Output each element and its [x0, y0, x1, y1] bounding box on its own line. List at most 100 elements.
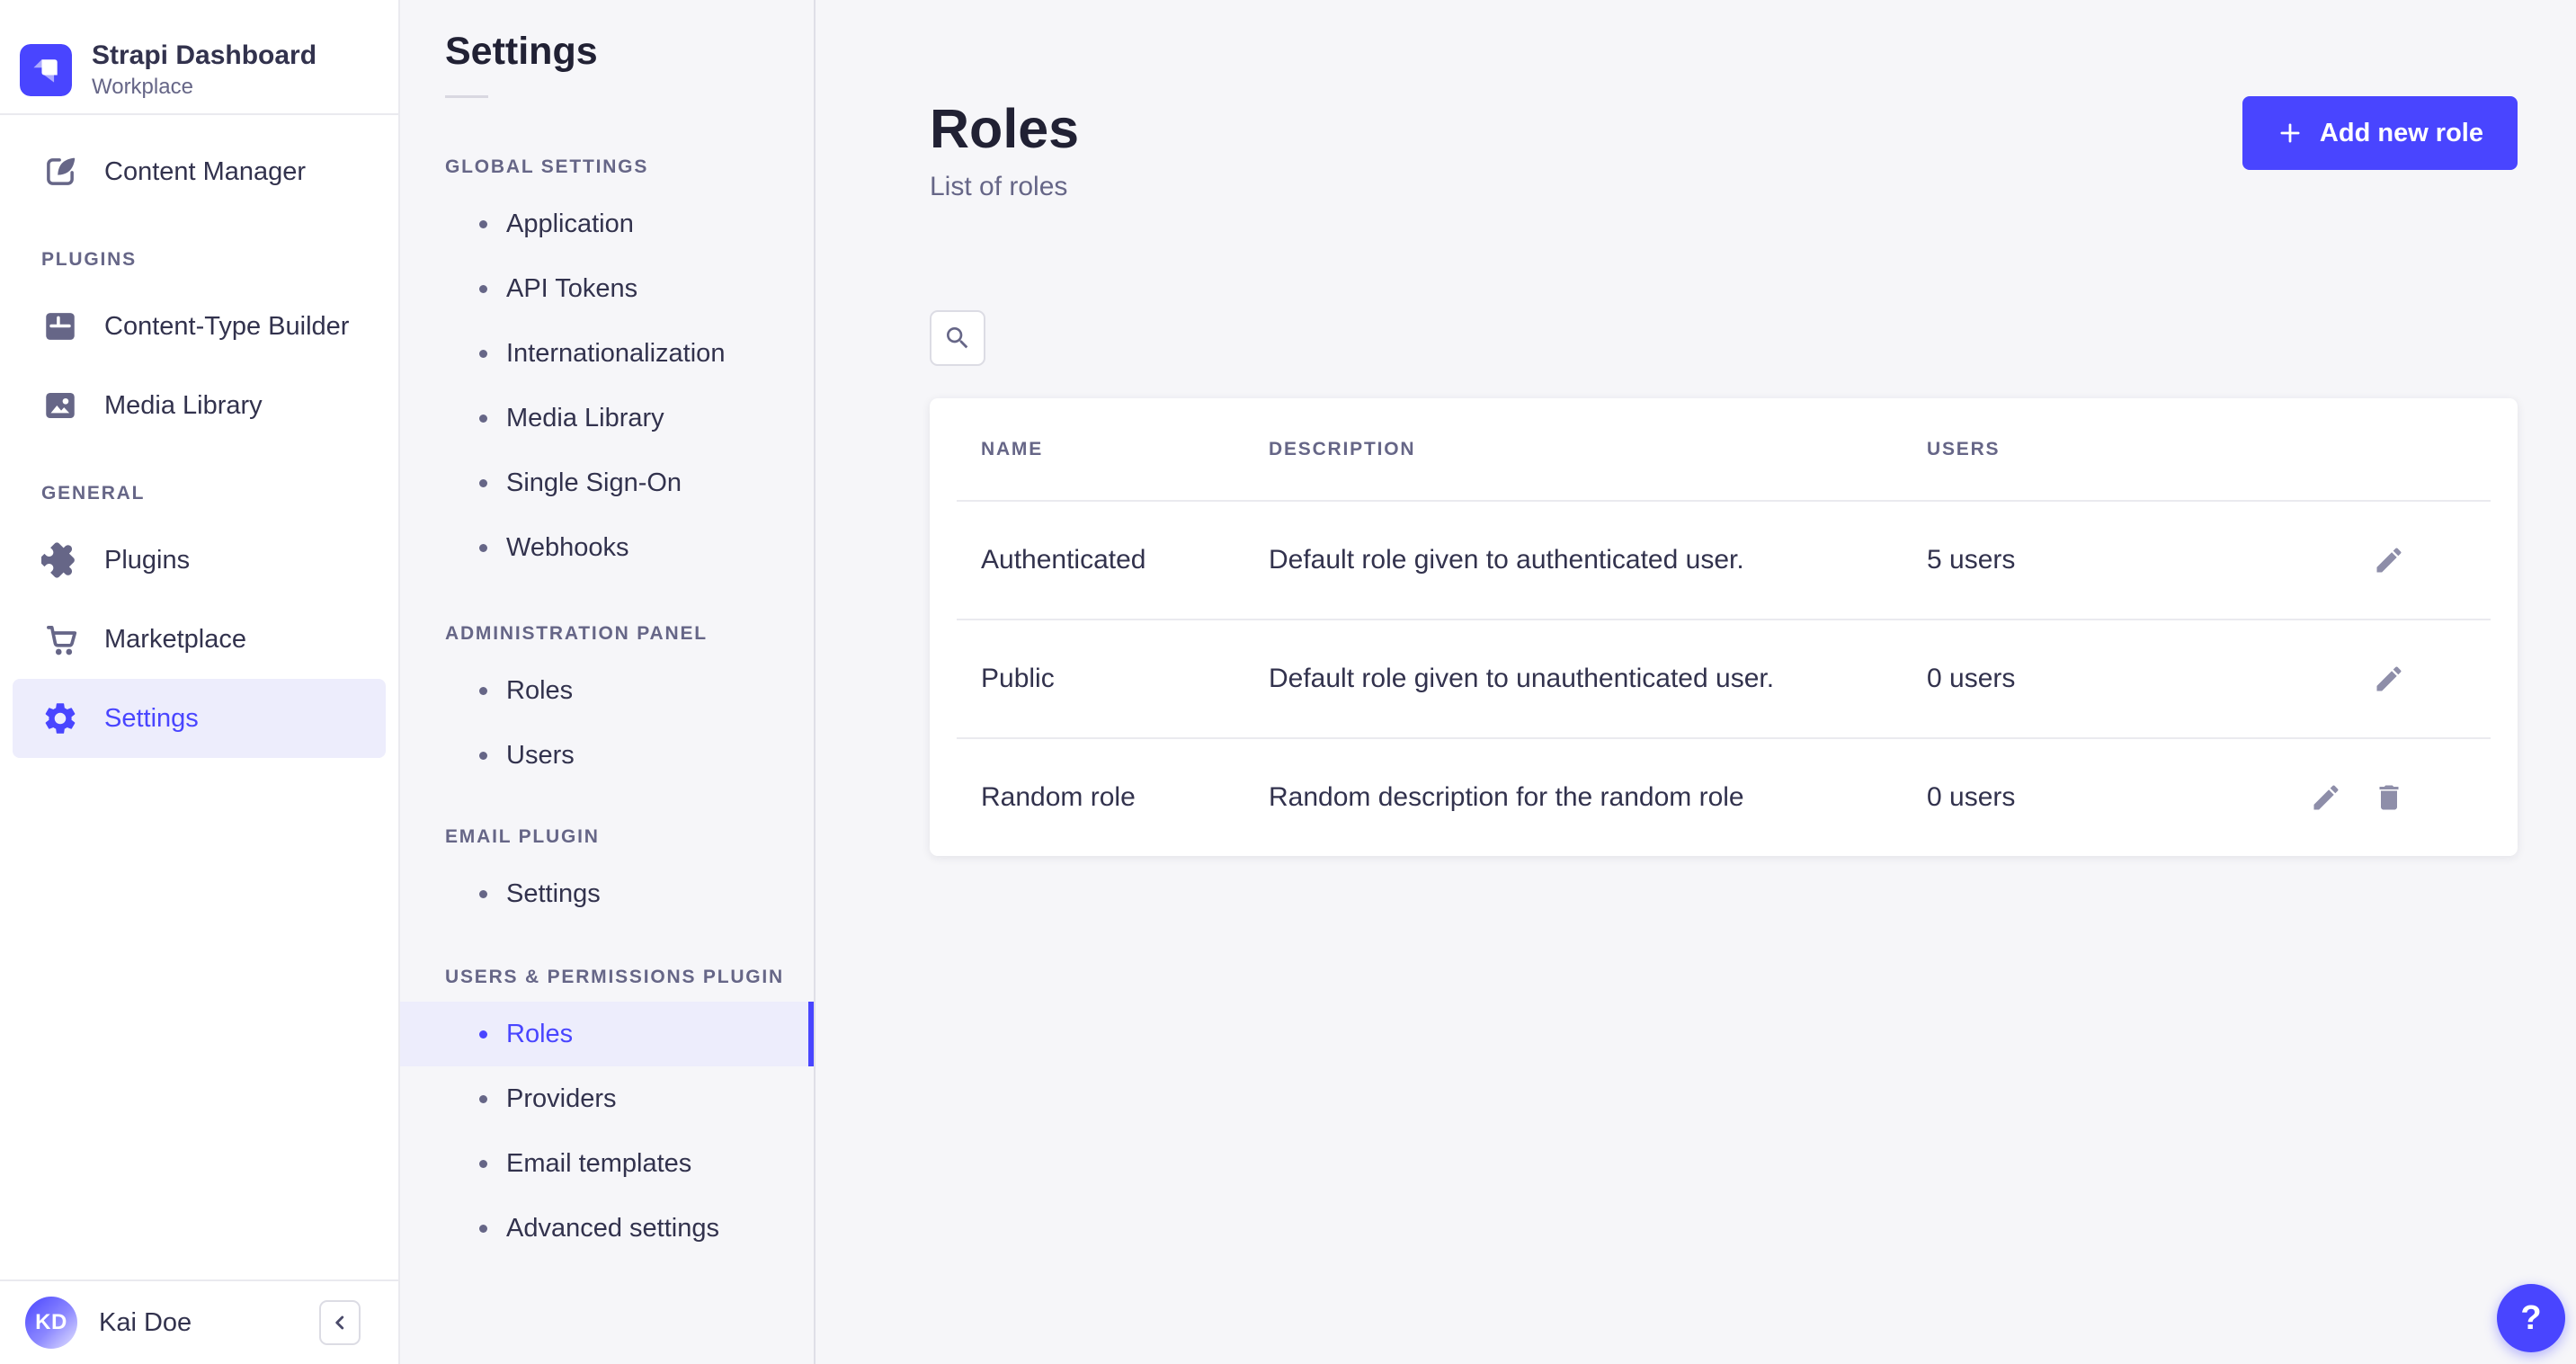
sidebar-item-media-library[interactable]: Media Library	[0, 366, 398, 445]
chevron-left-icon	[326, 1309, 353, 1336]
bullet-icon	[479, 752, 487, 760]
collapse-sidebar-button[interactable]	[319, 1300, 361, 1345]
user-name: Kai Doe	[99, 1308, 298, 1338]
help-button[interactable]: ?	[2497, 1284, 2565, 1352]
search-button[interactable]	[930, 310, 985, 366]
subnav-item-advanced-settings[interactable]: Advanced settings	[400, 1196, 814, 1261]
subnav-item-label: Webhooks	[506, 533, 629, 563]
edit-icon[interactable]	[2373, 544, 2405, 576]
page-subtitle: List of roles	[930, 170, 1079, 204]
subnav-item-internationalization[interactable]: Internationalization	[400, 321, 814, 386]
subnav-item-label: Advanced settings	[506, 1214, 719, 1244]
page-header: Roles List of roles Add new role	[930, 96, 2518, 204]
subnav-item-label: Single Sign-On	[506, 468, 682, 498]
subnav-item-label: Settings	[506, 879, 601, 909]
role-name: Authenticated	[981, 545, 1269, 575]
bullet-icon	[479, 1030, 487, 1039]
bullet-icon	[479, 415, 487, 423]
bullet-icon	[479, 285, 487, 293]
bullet-icon	[479, 479, 487, 487]
role-name: Random role	[981, 782, 1269, 813]
table-row-public[interactable]: Public Default role given to unauthentic…	[930, 620, 2518, 737]
sidebar-item-content-type-builder[interactable]: Content-Type Builder	[0, 287, 398, 366]
delete-icon[interactable]	[2373, 781, 2405, 814]
subnav-section-email-plugin: EMAIL PLUGIN Settings	[400, 822, 814, 926]
workspace-switcher[interactable]: Strapi Dashboard Workplace	[0, 0, 398, 113]
subnav-item-label: API Tokens	[506, 274, 637, 304]
sidebar-item-label: Media Library	[104, 391, 263, 421]
subnav-item-label: Roles	[506, 1020, 573, 1049]
search-icon	[943, 324, 972, 352]
subnav-item-label: Internationalization	[506, 339, 725, 369]
bullet-icon	[479, 687, 487, 695]
sidebar-group-general: Plugins Marketplace Sett	[0, 521, 398, 758]
role-description: Default role given to authenticated user…	[1269, 545, 1927, 575]
role-users-count: 5 users	[1927, 545, 2266, 575]
table-row-random-role[interactable]: Random role Random description for the r…	[930, 739, 2518, 856]
sidebar-item-label: Settings	[104, 704, 199, 734]
add-new-role-label: Add new role	[2320, 119, 2483, 148]
subnav-item-label: Providers	[506, 1084, 617, 1114]
subnav-item-admin-users[interactable]: Users	[400, 723, 814, 788]
subnav-item-api-tokens[interactable]: API Tokens	[400, 256, 814, 321]
subnav-item-admin-roles[interactable]: Roles	[400, 658, 814, 723]
subnav-title: Settings	[400, 23, 814, 79]
table-row-authenticated[interactable]: Authenticated Default role given to auth…	[930, 502, 2518, 619]
sidebar-item-label: Content Manager	[104, 157, 306, 187]
bullet-icon	[479, 544, 487, 552]
media-library-icon	[41, 387, 79, 424]
avatar[interactable]: KD	[25, 1297, 77, 1349]
subnav-item-application[interactable]: Application	[400, 192, 814, 256]
bullet-icon	[479, 220, 487, 228]
main-sidebar: Strapi Dashboard Workplace Content Manag…	[0, 0, 400, 1364]
sidebar-item-label: Marketplace	[104, 625, 246, 655]
question-mark-icon: ?	[2520, 1299, 2541, 1338]
sidebar-group-plugins: Content-Type Builder Media Library	[0, 287, 398, 445]
brand-text: Strapi Dashboard Workplace	[92, 40, 316, 101]
subnav-section-label: ADMINISTRATION PANEL	[400, 619, 814, 649]
sidebar-section-plugins: PLUGINS	[0, 245, 398, 275]
role-users-count: 0 users	[1927, 782, 2266, 813]
subnav-item-label: Roles	[506, 676, 573, 706]
gear-icon	[41, 700, 79, 737]
sidebar-section-general: GENERAL	[0, 478, 398, 509]
sidebar-item-settings[interactable]: Settings	[13, 679, 386, 758]
edit-icon[interactable]	[2310, 781, 2342, 814]
subnav-item-webhooks[interactable]: Webhooks	[400, 515, 814, 580]
sidebar-item-content-manager[interactable]: Content Manager	[0, 132, 398, 211]
page-header-text: Roles List of roles	[930, 96, 1079, 204]
subnav-section-label: EMAIL PLUGIN	[400, 822, 814, 852]
roles-table-card: NAME DESCRIPTION USERS Authenticated Def…	[930, 398, 2518, 856]
bullet-icon	[479, 350, 487, 358]
role-name: Public	[981, 664, 1269, 694]
subnav-section-label: GLOBAL SETTINGS	[400, 152, 814, 183]
subnav-item-label: Email templates	[506, 1149, 691, 1179]
subnav-section-global-settings: GLOBAL SETTINGS Application API Tokens I…	[400, 152, 814, 580]
subnav-item-up-roles[interactable]: Roles	[400, 1002, 814, 1066]
sidebar-item-plugins[interactable]: Plugins	[0, 521, 398, 600]
subnav-section-label: USERS & PERMISSIONS PLUGIN	[400, 962, 814, 993]
plus-icon	[2277, 120, 2304, 147]
page-title: Roles	[930, 96, 1079, 161]
sidebar-item-marketplace[interactable]: Marketplace	[0, 600, 398, 679]
sidebar-footer: KD Kai Doe	[0, 1279, 398, 1364]
bullet-icon	[479, 1095, 487, 1103]
divider	[445, 95, 488, 98]
column-header-users: USERS	[1927, 439, 2266, 460]
bullet-icon	[479, 890, 487, 898]
subnav-item-label: Users	[506, 741, 575, 771]
subnav-section-administration-panel: ADMINISTRATION PANEL Roles Users	[400, 619, 814, 788]
sidebar-item-label: Plugins	[104, 546, 190, 575]
edit-icon[interactable]	[2373, 663, 2405, 695]
table-header-row: NAME DESCRIPTION USERS	[930, 398, 2518, 500]
subnav-item-providers[interactable]: Providers	[400, 1066, 814, 1131]
subnav-item-email-templates[interactable]: Email templates	[400, 1131, 814, 1196]
role-users-count: 0 users	[1927, 664, 2266, 694]
sidebar-nav: Content Manager PLUGINS Content-Type Bui…	[0, 115, 398, 1279]
subnav-item-single-sign-on[interactable]: Single Sign-On	[400, 450, 814, 515]
add-new-role-button[interactable]: Add new role	[2242, 96, 2518, 170]
subnav-item-email-settings[interactable]: Settings	[400, 861, 814, 926]
subnav-item-label: Application	[506, 210, 634, 239]
subnav-item-media-library[interactable]: Media Library	[400, 386, 814, 450]
column-header-name: NAME	[981, 439, 1269, 460]
